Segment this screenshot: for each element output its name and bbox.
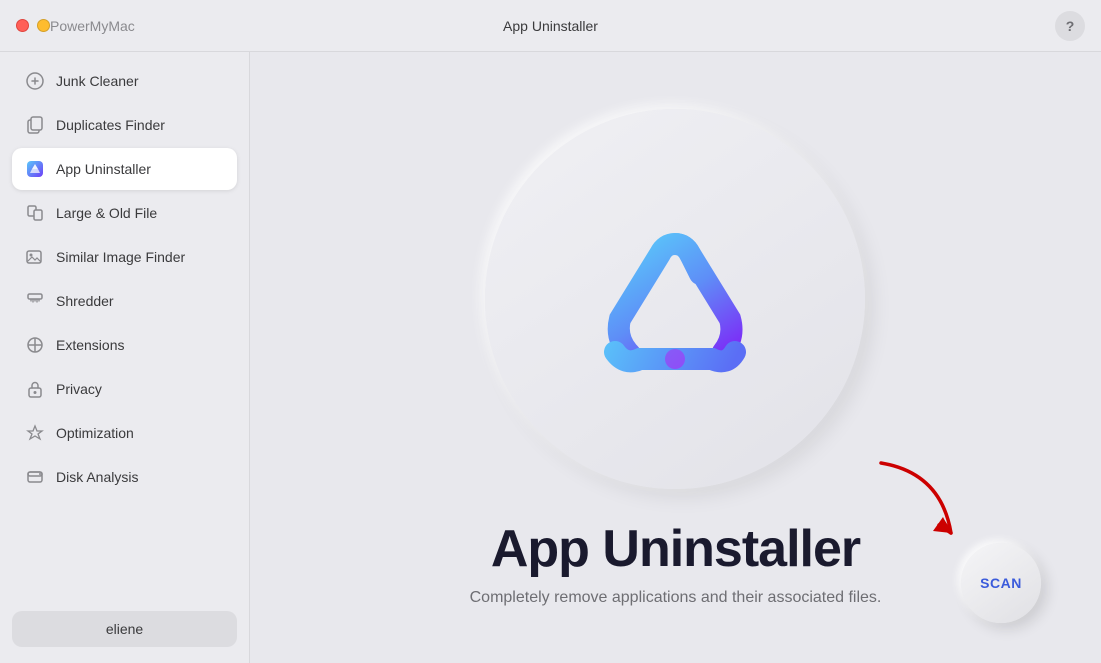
feature-description: Completely remove applications and their… (470, 589, 882, 607)
sidebar-item-label: App Uninstaller (56, 161, 151, 177)
scan-button-container: SCAN (961, 543, 1041, 623)
disk-analysis-icon (24, 466, 46, 488)
content-area: App Uninstaller Completely remove applic… (250, 52, 1101, 663)
sidebar-item-shredder[interactable]: Shredder (12, 280, 237, 322)
junk-cleaner-icon (24, 70, 46, 92)
feature-content: App Uninstaller Completely remove applic… (470, 109, 882, 607)
duplicates-finder-icon (24, 114, 46, 136)
sidebar-item-label: Shredder (56, 293, 114, 309)
sidebar-item-junk-cleaner[interactable]: Junk Cleaner (12, 60, 237, 102)
page-title: App Uninstaller (503, 18, 598, 34)
sidebar-item-duplicates-finder[interactable]: Duplicates Finder (12, 104, 237, 146)
app-uninstaller-icon (24, 158, 46, 180)
sidebar-item-label: Large & Old File (56, 205, 157, 221)
sidebar-item-label: Duplicates Finder (56, 117, 165, 133)
sidebar-item-label: Disk Analysis (56, 469, 138, 485)
shredder-icon (24, 290, 46, 312)
large-old-file-icon (24, 202, 46, 224)
main-layout: Junk Cleaner Duplicates Finder (0, 52, 1101, 663)
sidebar-item-label: Extensions (56, 337, 124, 353)
similar-image-finder-icon (24, 246, 46, 268)
sidebar-bottom: eliene (12, 603, 237, 655)
sidebar-item-label: Similar Image Finder (56, 249, 185, 265)
sidebar-item-large-old-file[interactable]: Large & Old File (12, 192, 237, 234)
sidebar-item-optimization[interactable]: Optimization (12, 412, 237, 454)
close-button[interactable] (16, 19, 29, 32)
extensions-icon (24, 334, 46, 356)
user-button[interactable]: eliene (12, 611, 237, 647)
sidebar-item-privacy[interactable]: Privacy (12, 368, 237, 410)
scan-button[interactable]: SCAN (961, 543, 1041, 623)
feature-icon-circle (485, 109, 865, 489)
sidebar-item-extensions[interactable]: Extensions (12, 324, 237, 366)
privacy-icon (24, 378, 46, 400)
sidebar-item-label: Junk Cleaner (56, 73, 139, 89)
sidebar: Junk Cleaner Duplicates Finder (0, 52, 250, 663)
sidebar-item-disk-analysis[interactable]: Disk Analysis (12, 456, 237, 498)
minimize-button[interactable] (37, 19, 50, 32)
sidebar-item-label: Privacy (56, 381, 102, 397)
traffic-lights (16, 19, 50, 32)
optimization-icon (24, 422, 46, 444)
sidebar-item-similar-image-finder[interactable]: Similar Image Finder (12, 236, 237, 278)
app-name: PowerMyMac (50, 18, 135, 34)
titlebar: PowerMyMac App Uninstaller ? (0, 0, 1101, 52)
sidebar-item-app-uninstaller[interactable]: App Uninstaller (12, 148, 237, 190)
feature-title: App Uninstaller (491, 519, 860, 579)
app-store-icon (575, 199, 775, 399)
help-button[interactable]: ? (1055, 11, 1085, 41)
sidebar-item-label: Optimization (56, 425, 134, 441)
